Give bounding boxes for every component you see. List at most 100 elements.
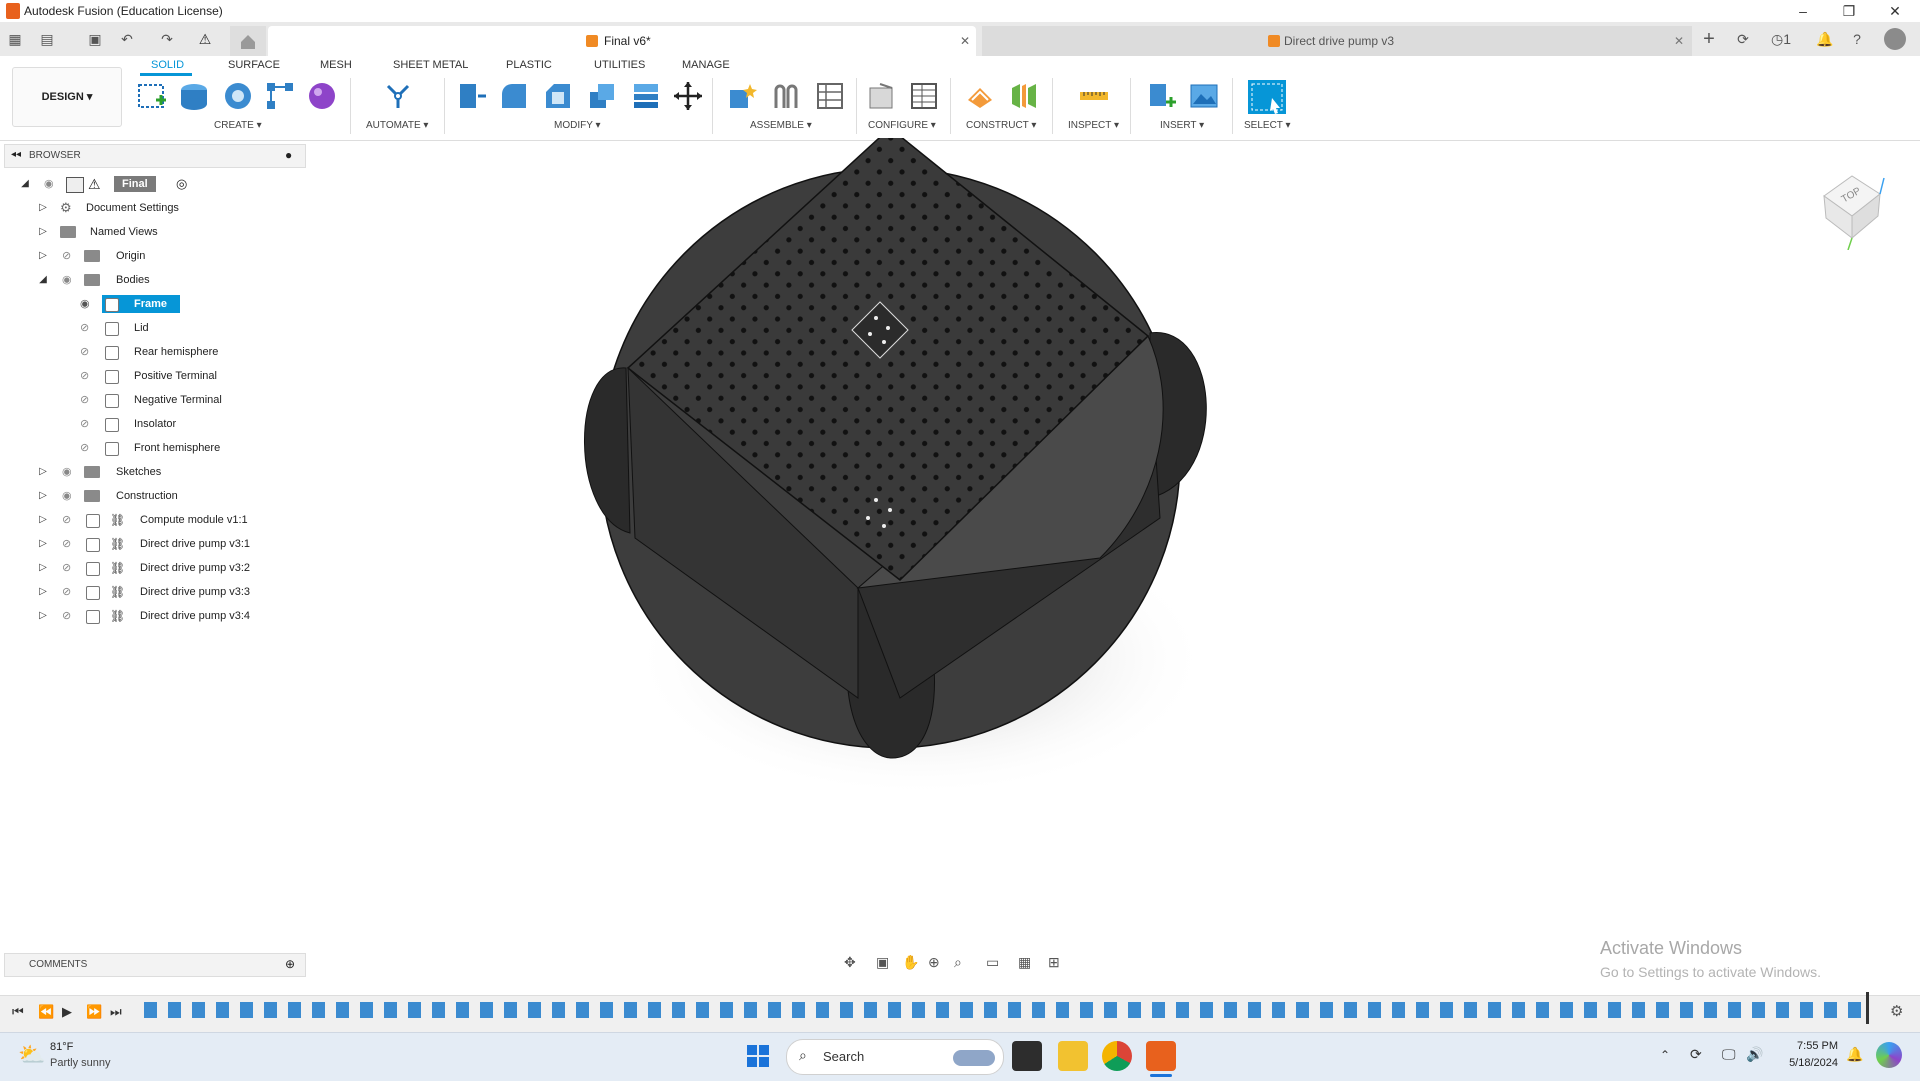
minimize-button[interactable]: – — [1780, 0, 1826, 22]
browser-header[interactable]: ◂◂ BROWSER ● — [4, 144, 306, 168]
tab-direct-drive-pump[interactable]: Direct drive pump v3 ✕ — [982, 26, 1692, 56]
inspect-group-label[interactable]: INSPECT ▾ — [1068, 120, 1119, 131]
viewports-icon[interactable]: ⊞ — [1048, 954, 1060, 971]
expand-icon[interactable]: ▷ — [38, 491, 48, 501]
expand-icon[interactable]: ▷ — [38, 611, 48, 621]
form-icon[interactable] — [306, 80, 338, 112]
clock-date[interactable]: 5/18/2024 — [1774, 1057, 1838, 1069]
visibility-icon[interactable]: ◉ — [62, 467, 76, 478]
select-icon[interactable] — [1246, 78, 1288, 116]
maximize-button[interactable]: ❐ — [1826, 0, 1872, 22]
create-group-label[interactable]: CREATE ▾ — [214, 120, 262, 131]
view-cube[interactable]: TOP — [1818, 160, 1888, 250]
expand-icon[interactable]: ▷ — [38, 203, 48, 213]
bill-of-materials-icon[interactable] — [814, 80, 846, 112]
configure-icon[interactable] — [866, 80, 898, 112]
undo-icon[interactable]: ↶ — [116, 28, 138, 50]
expand-icon[interactable]: ▷ — [38, 563, 48, 573]
expand-icon[interactable]: ▷ — [38, 539, 48, 549]
close-tab-icon[interactable]: ✕ — [1674, 34, 1684, 48]
timeline-end-icon[interactable]: ⏭ — [110, 1004, 122, 1020]
visibility-icon[interactable]: ◉ — [80, 299, 94, 310]
timeline-start-icon[interactable]: ⏮ — [12, 1004, 24, 1020]
midplane-icon[interactable] — [1008, 80, 1040, 112]
weather-icon[interactable]: ⛅ — [18, 1042, 45, 1068]
press-pull-icon[interactable] — [456, 80, 488, 112]
taskbar-search[interactable]: ⌕ Search — [786, 1039, 1004, 1075]
expand-icon[interactable]: ▷ — [38, 467, 48, 477]
sync-tray-icon[interactable]: ⟳ — [1690, 1046, 1702, 1063]
expand-icon[interactable]: ▷ — [38, 251, 48, 261]
tray-overflow-icon[interactable]: ⌃ — [1660, 1048, 1670, 1062]
new-tab-icon[interactable]: + — [1698, 28, 1720, 50]
clock-time[interactable]: 7:55 PM — [1780, 1040, 1838, 1052]
hidden-eye-icon[interactable]: ⊘ — [62, 539, 76, 550]
assemble-group-label[interactable]: ASSEMBLE ▾ — [750, 120, 812, 131]
timeline-forward-icon[interactable]: ⏩ — [86, 1004, 102, 1020]
file-menu-icon[interactable]: ▤ — [36, 28, 58, 50]
hidden-eye-icon[interactable]: ⊘ — [62, 515, 76, 526]
move-copy-icon[interactable] — [672, 80, 704, 112]
help-icon[interactable]: ? — [1846, 28, 1868, 50]
extrude-icon[interactable] — [178, 80, 210, 112]
expand-icon[interactable]: ▷ — [38, 587, 48, 597]
volume-icon[interactable]: 🔊 — [1746, 1046, 1763, 1063]
create-sketch-icon[interactable] — [136, 80, 168, 112]
collapse-icon[interactable]: ◢ — [20, 179, 30, 189]
weather-desc[interactable]: Partly sunny — [50, 1057, 111, 1069]
workspace-switcher-button[interactable]: DESIGN ▾ — [12, 67, 122, 127]
add-comment-icon[interactable]: ⊕ — [285, 957, 295, 971]
insert-canvas-icon[interactable] — [1188, 80, 1220, 112]
hidden-eye-icon[interactable]: ⊘ — [80, 395, 94, 406]
hidden-eye-icon[interactable]: ⊘ — [80, 443, 94, 454]
configuration-table-icon[interactable] — [908, 80, 940, 112]
notification-bell-icon[interactable]: 🔔 — [1846, 1046, 1863, 1063]
tab-plastic[interactable]: PLASTIC — [506, 59, 552, 71]
warning-icon[interactable]: ⚠ — [194, 28, 216, 50]
display-settings-icon[interactable]: ▭ — [986, 954, 999, 971]
pattern-icon[interactable] — [264, 80, 296, 112]
task-view-icon[interactable] — [1012, 1041, 1042, 1071]
hidden-eye-icon[interactable]: ⊘ — [80, 419, 94, 430]
shell-icon[interactable] — [586, 80, 618, 112]
expand-icon[interactable]: ▷ — [38, 515, 48, 525]
hidden-eye-icon[interactable]: ⊘ — [62, 563, 76, 574]
start-button[interactable] — [744, 1042, 772, 1070]
copilot-icon[interactable] — [1876, 1042, 1902, 1068]
chamfer-icon[interactable] — [542, 80, 574, 112]
revolve-icon[interactable] — [222, 80, 254, 112]
joint-icon[interactable] — [770, 80, 802, 112]
close-tab-icon[interactable]: ✕ — [960, 34, 970, 48]
hidden-eye-icon[interactable]: ⊘ — [62, 587, 76, 598]
timeline-settings-icon[interactable]: ⚙ — [1890, 1002, 1903, 1020]
tab-surface[interactable]: SURFACE — [228, 59, 280, 71]
model-viewport[interactable] — [540, 138, 1240, 798]
configure-group-label[interactable]: CONFIGURE ▾ — [868, 120, 936, 131]
weather-temp[interactable]: 81°F — [50, 1041, 73, 1053]
network-icon[interactable]: 🖵 — [1722, 1046, 1736, 1063]
chrome-icon[interactable] — [1102, 1041, 1132, 1071]
insert-group-label[interactable]: INSERT ▾ — [1160, 120, 1204, 131]
new-component-icon[interactable] — [726, 80, 758, 112]
timeline-features[interactable] — [144, 1002, 1864, 1018]
pan-icon[interactable]: ✋ — [902, 954, 919, 971]
fit-icon[interactable]: ⌕ — [954, 954, 962, 971]
grid-settings-icon[interactable]: ▦ — [1018, 954, 1031, 971]
hidden-eye-icon[interactable]: ⊘ — [62, 251, 76, 262]
comments-panel[interactable]: COMMENTS ⊕ — [4, 953, 306, 977]
tab-sheet-metal[interactable]: SHEET METAL — [393, 59, 468, 71]
timeline-play-icon[interactable]: ▶ — [62, 1004, 72, 1020]
save-icon[interactable]: ▣ — [84, 28, 106, 50]
modify-group-label[interactable]: MODIFY ▾ — [554, 120, 601, 131]
insert-derive-icon[interactable] — [1146, 80, 1178, 112]
collapse-icon[interactable]: ◢ — [38, 275, 48, 285]
tab-solid[interactable]: SOLID — [151, 59, 184, 71]
visibility-icon[interactable]: ◉ — [44, 179, 58, 190]
measure-icon[interactable] — [1078, 80, 1110, 112]
home-tab[interactable] — [230, 26, 266, 56]
tab-utilities[interactable]: UTILITIES — [594, 59, 645, 71]
combine-icon[interactable] — [630, 80, 662, 112]
hidden-eye-icon[interactable]: ⊘ — [62, 611, 76, 622]
hidden-eye-icon[interactable]: ⊘ — [80, 323, 94, 334]
timeline-marker[interactable] — [1866, 992, 1869, 1024]
